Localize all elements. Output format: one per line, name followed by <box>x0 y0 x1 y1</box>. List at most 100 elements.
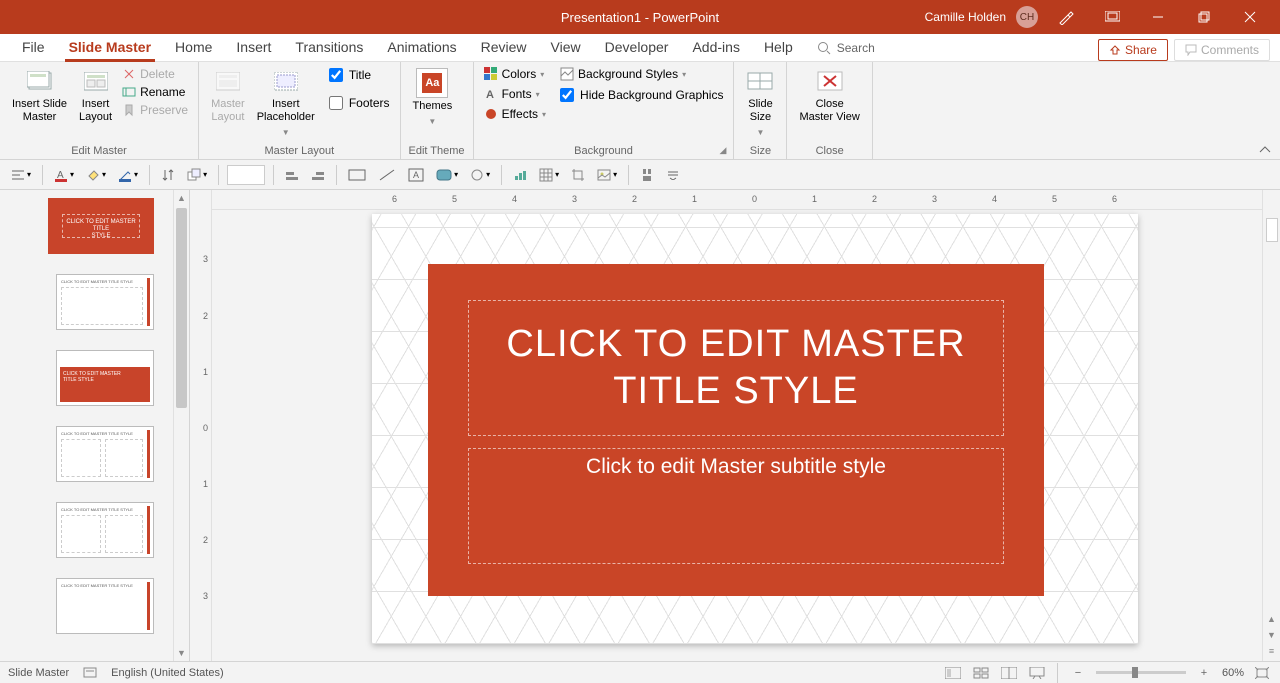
slide-thumb-layout-4[interactable]: CLICK TO EDIT MASTER TITLE STYLE <box>56 502 154 558</box>
fonts-icon: A <box>484 87 498 101</box>
crop-button[interactable] <box>568 166 588 184</box>
scroll-up-icon[interactable]: ▲ <box>174 190 189 206</box>
footers-checkbox[interactable]: Footers <box>327 94 392 112</box>
delete-button[interactable]: Delete <box>120 66 190 82</box>
slide-background-shape: Click to edit Master title style Click t… <box>428 264 1044 596</box>
align-right-button[interactable] <box>308 166 328 184</box>
outline-button[interactable]: ▾ <box>115 166 141 184</box>
tell-me-search[interactable]: Search <box>807 35 885 61</box>
slide-thumb-layout-3[interactable]: CLICK TO EDIT MASTER TITLE STYLE <box>56 426 154 482</box>
tab-review[interactable]: Review <box>471 33 537 61</box>
line-shape[interactable] <box>375 166 399 184</box>
colors-button[interactable]: Colors▾ <box>482 66 548 82</box>
align-left-button[interactable] <box>282 166 302 184</box>
themes-button[interactable]: Aa Themes ▼ <box>409 66 457 130</box>
rename-button[interactable]: Rename <box>120 84 190 100</box>
editor-scrollbar[interactable]: ▲ ▼ ≡ <box>1262 190 1280 661</box>
rectangle-shape[interactable] <box>345 166 369 184</box>
thumbnail-scrollbar[interactable]: ▲ ▼ <box>173 190 189 661</box>
hide-background-checkbox[interactable]: Hide Background Graphics <box>558 86 725 104</box>
picture-button[interactable]: ▾ <box>594 166 620 184</box>
effects-button[interactable]: Effects▾ <box>482 106 548 122</box>
colors-icon <box>484 67 498 81</box>
master-subtitle-placeholder[interactable]: Click to edit Master subtitle style <box>468 448 1004 564</box>
arrange-button[interactable]: ▾ <box>184 166 210 184</box>
slideshow-view-button[interactable] <box>1027 665 1047 681</box>
tab-developer[interactable]: Developer <box>595 33 679 61</box>
title-checkbox[interactable]: Title <box>327 66 392 84</box>
delete-icon <box>122 67 136 81</box>
textbox-shape[interactable]: A <box>405 166 427 184</box>
slide-size-button[interactable]: Slide Size ▼ <box>742 66 778 141</box>
tab-help[interactable]: Help <box>754 33 803 61</box>
user-avatar[interactable]: CH <box>1016 6 1038 28</box>
chevron-down-icon: ▼ <box>757 126 765 139</box>
insert-slide-master-button[interactable]: Insert Slide Master <box>8 66 71 126</box>
scroll-down-icon[interactable]: ▼ <box>174 645 189 661</box>
tab-animations[interactable]: Animations <box>377 33 466 61</box>
chart-button[interactable] <box>510 166 530 184</box>
fill-button[interactable]: ▾ <box>83 166 109 184</box>
zoom-in-button[interactable]: + <box>1194 665 1214 681</box>
collapse-ribbon-button[interactable] <box>1258 145 1272 155</box>
close-master-view-button[interactable]: Close Master View <box>795 66 863 126</box>
insert-placeholder-button[interactable]: Insert Placeholder ▼ <box>253 66 319 141</box>
font-color-button[interactable]: A▾ <box>51 166 77 184</box>
effects-icon <box>484 107 498 121</box>
scroll-up-icon[interactable]: ▲ <box>1263 611 1280 627</box>
background-dialog-launcher[interactable]: ◢ <box>719 145 731 157</box>
rounded-shape[interactable]: ▾ <box>433 166 461 184</box>
sort-button[interactable] <box>158 166 178 184</box>
group-size-label: Size <box>742 143 778 157</box>
reading-view-button[interactable] <box>999 665 1019 681</box>
comments-button[interactable]: Comments <box>1174 39 1270 61</box>
tabs-right: Share Comments <box>1098 39 1280 61</box>
close-button[interactable] <box>1232 3 1268 31</box>
zoom-out-button[interactable]: − <box>1068 665 1088 681</box>
more-button[interactable] <box>663 168 683 182</box>
svg-text:A: A <box>413 170 419 180</box>
fonts-button[interactable]: A Fonts▾ <box>482 86 548 102</box>
size-input[interactable] <box>227 165 265 185</box>
tab-file[interactable]: File <box>12 33 55 61</box>
slide-thumb-layout-5[interactable]: CLICK TO EDIT MASTER TITLE STYLE <box>56 578 154 634</box>
tab-view[interactable]: View <box>541 33 591 61</box>
tab-insert[interactable]: Insert <box>226 33 281 61</box>
align-menu[interactable]: ▾ <box>8 166 34 184</box>
minimize-button[interactable] <box>1140 3 1176 31</box>
insert-placeholder-icon <box>272 68 300 96</box>
master-title-placeholder[interactable]: Click to edit Master title style <box>468 300 1004 436</box>
scroll-down-icon[interactable]: ▼ <box>1263 627 1280 643</box>
slide-thumb-layout-2[interactable]: CLICK TO EDIT MASTERTITLE STYLE <box>56 350 154 406</box>
tab-transitions[interactable]: Transitions <box>285 33 373 61</box>
display-options-icon[interactable] <box>1094 3 1130 31</box>
slide-size-icon <box>746 68 774 96</box>
title-bar: Presentation1 - PowerPoint Camille Holde… <box>0 0 1280 34</box>
share-button[interactable]: Share <box>1098 39 1168 61</box>
draw-mode-icon[interactable] <box>1048 3 1084 31</box>
insert-layout-button[interactable]: Insert Layout <box>75 66 116 126</box>
editor-main: 6 5 4 3 2 1 0 1 2 3 4 5 6 Click to edit … <box>212 190 1262 661</box>
table-button[interactable]: ▾ <box>536 166 562 184</box>
tab-slide-master[interactable]: Slide Master <box>59 33 161 61</box>
sorter-view-button[interactable] <box>971 665 991 681</box>
slide-canvas[interactable]: Click to edit Master title style Click t… <box>372 214 1138 644</box>
background-styles-button[interactable]: Background Styles▾ <box>558 66 725 82</box>
circle-shape[interactable]: ▾ <box>467 166 493 184</box>
tab-home[interactable]: Home <box>165 33 222 61</box>
tab-addins[interactable]: Add-ins <box>682 33 749 61</box>
zoom-slider[interactable] <box>1096 671 1186 674</box>
slide-thumb-layout-1[interactable]: CLICK TO EDIT MASTER TITLE STYLE <box>56 274 154 330</box>
maximize-button[interactable] <box>1186 3 1222 31</box>
merge-button[interactable] <box>637 166 657 184</box>
scroll-page-icon[interactable]: ≡ <box>1263 643 1280 659</box>
slide-thumb-master[interactable]: CLICK TO EDIT MASTER TITLESTYLE <box>48 198 154 254</box>
normal-view-button[interactable] <box>943 665 963 681</box>
fit-window-button[interactable] <box>1252 665 1272 681</box>
title-bar-right: Camille Holden CH <box>925 3 1280 31</box>
preserve-button[interactable]: Preserve <box>120 102 190 118</box>
group-background-label: Background <box>482 143 726 157</box>
comments-label: Comments <box>1201 43 1259 57</box>
editor-scroll-marker[interactable] <box>1266 218 1278 242</box>
scroll-thumb[interactable] <box>176 208 187 408</box>
